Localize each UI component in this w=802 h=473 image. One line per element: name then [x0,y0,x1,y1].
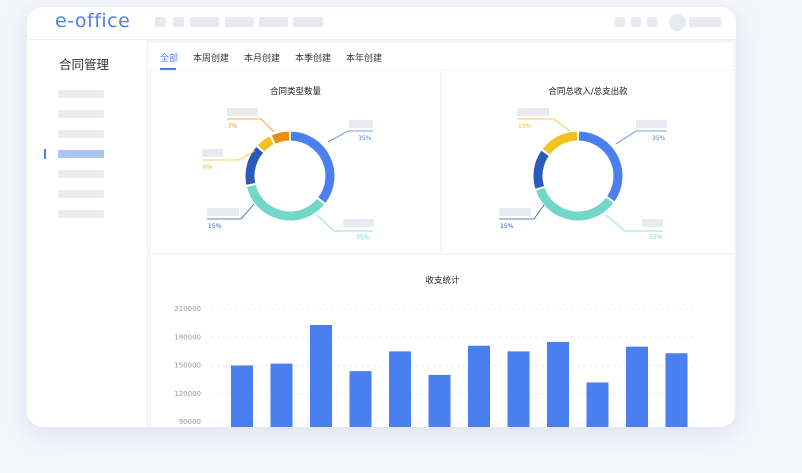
toolbar-placeholder[interactable] [190,17,219,27]
y-tick-label: 150000 [174,362,201,370]
bar[interactable] [586,382,609,427]
toolbar-placeholder[interactable] [225,17,254,27]
income-expense-panel: 合同总收入/总支出款 35% 35% 15% 15% [442,71,734,253]
sidebar-item-active[interactable] [58,150,104,158]
donut-slice[interactable] [290,131,335,203]
slice-label: 6% [203,164,213,171]
label-placeholder [636,120,667,128]
bar[interactable] [428,374,451,427]
sidebar-item[interactable] [58,90,104,98]
donut-slice[interactable] [578,131,623,202]
donut-slice[interactable] [271,131,290,144]
bar[interactable] [310,325,332,427]
slice-label: 15% [500,223,514,230]
toolbar-placeholder[interactable] [647,17,657,27]
label-placeholder [207,208,239,216]
sidebar: 合同管理 [27,40,148,427]
contract-type-donut: 35% 35% 15% 6% 7% [202,108,374,241]
donut-slice[interactable] [533,150,549,189]
y-tick-label: 90000 [179,418,201,426]
toolbar-placeholder[interactable] [173,17,184,27]
avatar[interactable] [669,14,686,31]
slice-label: 35% [649,234,663,241]
username-placeholder[interactable] [689,17,721,27]
sidebar-item[interactable] [58,190,104,198]
slice-label: 35% [356,234,370,241]
tab-this-quarter[interactable]: 本季创建 [295,51,331,64]
label-placeholder [343,219,374,227]
app-logo[interactable]: e-office [55,10,130,32]
bar[interactable] [468,345,490,427]
sidebar-item[interactable] [58,110,104,118]
bar[interactable] [626,346,648,427]
active-tab-indicator [160,68,176,70]
main-content: 全部 本周创建 本月创建 本季创建 本年创建 合同类型数量 35% 35% 15… [148,40,736,427]
tab-this-month[interactable]: 本月创建 [244,51,280,64]
active-item-marker [44,149,46,159]
income-expense-bar-chart: 210000 180000 150000 120000 90000 [174,305,696,428]
y-tick-label: 120000 [174,390,201,398]
label-placeholder [517,108,549,116]
toolbar-placeholder[interactable] [631,17,641,27]
bar[interactable] [270,363,293,427]
income-expense-donut: 35% 35% 15% 15% [499,108,667,241]
label-placeholder [202,149,223,157]
donut-slice[interactable] [257,136,274,152]
toolbar-placeholder[interactable] [615,17,625,27]
donut-slice[interactable] [542,131,578,155]
sidebar-item[interactable] [58,170,104,178]
filter-tabs: 全部 本周创建 本月创建 本季创建 本年创建 [148,43,733,70]
slice-label: 7% [228,123,238,130]
tab-all[interactable]: 全部 [160,51,178,64]
bar[interactable] [665,353,688,427]
slice-label: 35% [358,135,372,142]
tab-this-year[interactable]: 本年创建 [346,51,382,64]
sidebar-item[interactable] [58,210,104,218]
bar[interactable] [231,365,253,428]
y-tick-label: 180000 [174,333,201,341]
app-window: e-office 合同管理 全部 本周创建 本月创建 本季创建 本年创建 合同类… [27,7,736,427]
income-expense-stats-panel: 收支统计 210000 180000 150000 120000 90000 [151,255,734,427]
toolbar-placeholder[interactable] [259,17,288,27]
top-bar: e-office [27,7,736,40]
bar[interactable] [547,341,569,427]
bar[interactable] [507,351,530,427]
bar[interactable] [389,351,411,427]
donut-slice[interactable] [245,146,264,185]
toolbar-placeholder[interactable] [155,17,166,27]
slice-label: 15% [518,123,532,130]
label-placeholder [499,208,531,216]
label-placeholder [227,108,258,116]
label-placeholder [349,120,373,128]
tab-this-week[interactable]: 本周创建 [193,51,229,64]
label-placeholder [642,219,663,227]
y-tick-label: 210000 [174,305,201,313]
donut-slice[interactable] [246,184,325,221]
contract-type-panel: 合同类型数量 35% 35% 15% 6% 7% [151,71,440,253]
donut-slice[interactable] [536,187,614,221]
sidebar-item[interactable] [58,130,104,138]
toolbar-placeholder[interactable] [293,17,323,27]
slice-label: 15% [208,223,222,230]
slice-label: 35% [652,135,666,142]
bar[interactable] [349,371,372,427]
sidebar-title: 合同管理 [59,57,110,72]
